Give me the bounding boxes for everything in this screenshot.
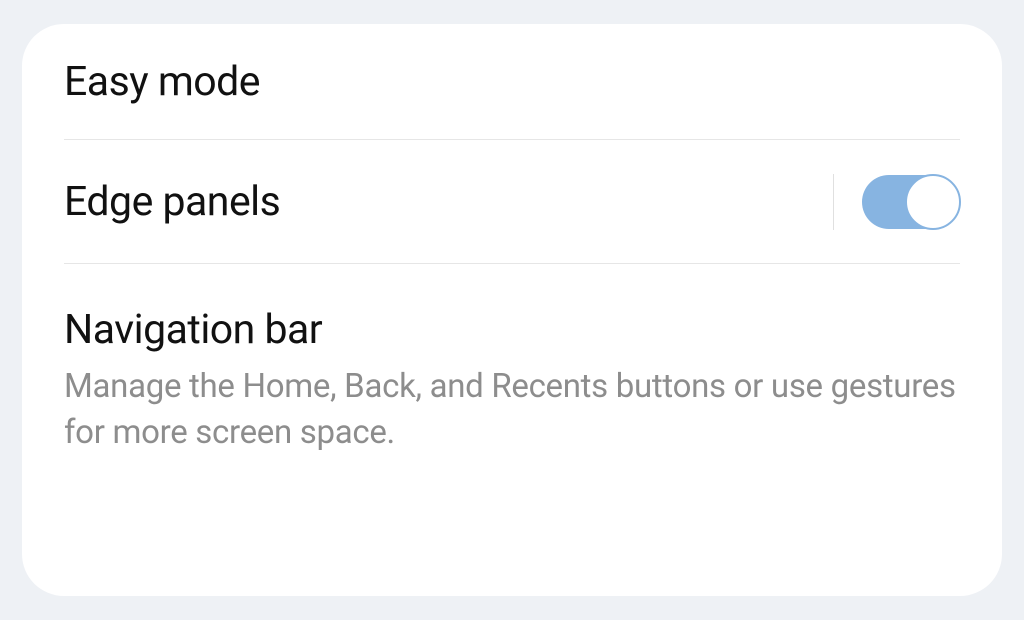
edge-panels-toggle[interactable] [862,175,960,229]
toggle-thumb [905,174,961,230]
divider [833,174,834,230]
navigation-bar-label: Navigation bar [64,306,960,354]
settings-card: Easy mode Edge panels Navigation bar Man… [22,24,1002,596]
navigation-bar-text: Navigation bar Manage the Home, Back, an… [64,306,960,456]
edge-panels-row[interactable]: Edge panels [22,140,1002,264]
navigation-bar-description: Manage the Home, Back, and Recents butto… [64,364,960,456]
easy-mode-row[interactable]: Easy mode [22,24,1002,140]
navigation-bar-row[interactable]: Navigation bar Manage the Home, Back, an… [22,264,1002,498]
edge-panels-toggle-area [833,174,960,230]
easy-mode-label: Easy mode [64,58,260,106]
edge-panels-label: Edge panels [64,178,280,226]
